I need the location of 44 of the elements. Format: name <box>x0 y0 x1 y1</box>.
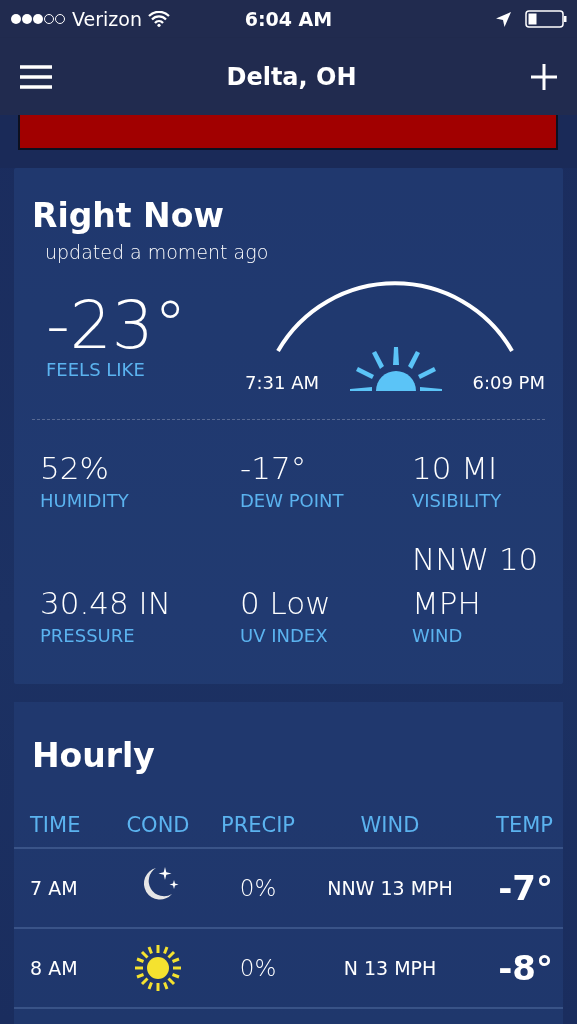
stat-label: VISIBILITY <box>412 490 503 511</box>
wind-value: NNW 13 MPH <box>326 877 454 899</box>
hour-time: 8 AM <box>30 957 79 979</box>
location-title: Delta, OH <box>225 62 358 91</box>
stat-value: 10 MI <box>412 449 499 488</box>
signal-strength-icon <box>10 13 66 25</box>
sunrise-time: 7:31 AM <box>245 372 319 393</box>
stat-value: 0 Low <box>240 584 332 623</box>
sun-arc-icon <box>275 281 515 353</box>
hour-temperature: -8° <box>497 948 553 988</box>
column-header: TIME <box>30 813 82 837</box>
feels-like-label: FEELS LIKE <box>46 359 146 380</box>
precip-value: 0% <box>238 875 278 901</box>
section-title: Hourly <box>32 736 156 775</box>
column-header: COND <box>125 813 191 837</box>
menu-icon[interactable] <box>20 64 52 89</box>
sun-icon <box>134 944 182 992</box>
sunset-time: 6:09 PM <box>472 372 545 393</box>
location-arrow-icon <box>496 11 511 27</box>
sunrise-icon <box>349 345 442 393</box>
carrier-name: Verizon <box>72 8 142 30</box>
wind-value: N 13 MPH <box>342 957 438 979</box>
add-icon[interactable] <box>531 63 557 90</box>
hour-time: 7 AM <box>30 877 79 899</box>
column-header: WIND <box>359 813 421 837</box>
status-time: 6:04 AM <box>243 8 334 30</box>
section-title: Right Now <box>32 196 225 235</box>
precip-value: 0% <box>238 955 278 981</box>
column-header: PRECIP <box>219 813 296 837</box>
stat-label: PRESSURE <box>40 625 136 646</box>
stat-label: HUMIDITY <box>40 490 130 511</box>
stat-value: -17° <box>240 449 308 488</box>
updated-time: updated a moment ago <box>45 241 270 263</box>
hour-temperature: -7° <box>497 868 553 908</box>
stat-label: DEW POINT <box>240 490 345 511</box>
battery-icon <box>525 10 567 28</box>
stat-value: 30.48 IN <box>40 584 172 623</box>
wifi-icon <box>147 11 170 27</box>
stat-value: 52% <box>40 449 110 488</box>
column-header: TEMP <box>495 813 553 837</box>
stat-label: UV INDEX <box>240 625 329 646</box>
stat-label: WIND <box>412 625 464 646</box>
stat-value: NNW 10 MPH <box>412 540 540 623</box>
feels-like-temperature: -23° <box>46 293 188 359</box>
